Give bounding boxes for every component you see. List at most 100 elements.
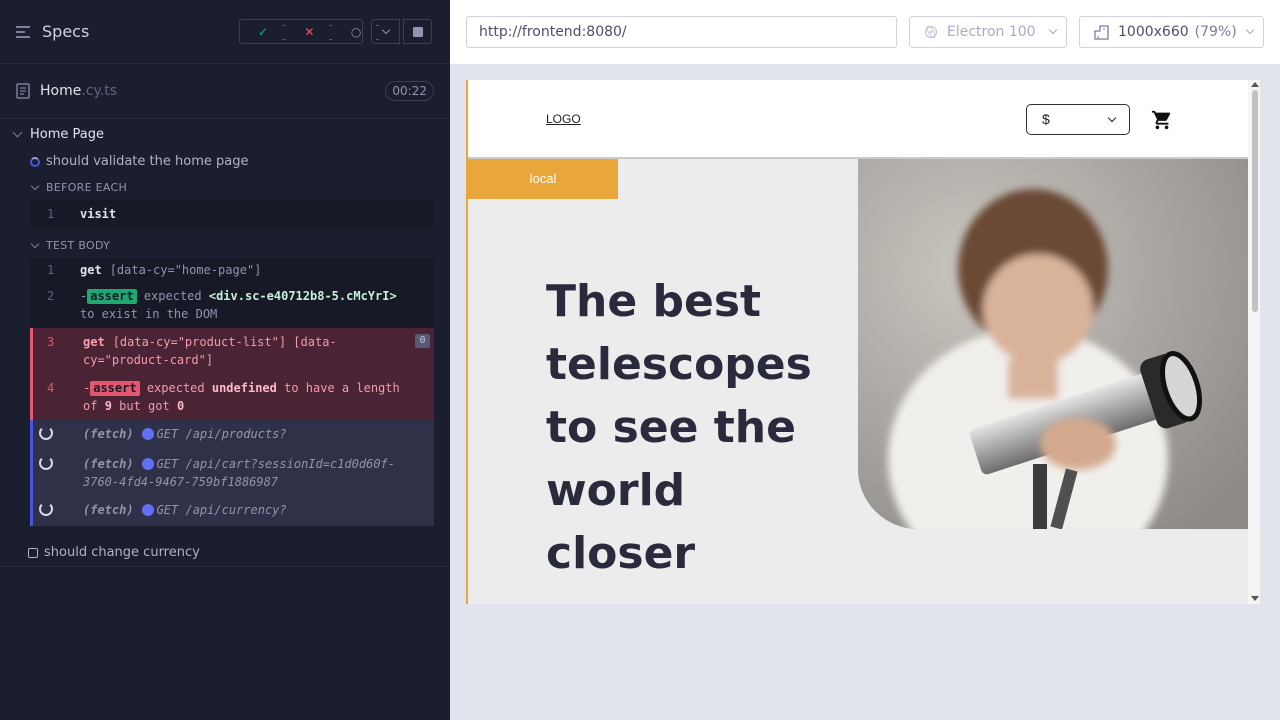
test-body-commands: 1 get [data-cy="home-page"] 2 - assert exp…: [30, 258, 434, 526]
test-title: should validate the home page: [46, 154, 249, 169]
element-count-badge: 0: [415, 334, 430, 348]
spec-duration: 00:22: [385, 81, 434, 101]
logo-link[interactable]: LOGO: [546, 112, 581, 126]
assert-expected: expected: [146, 381, 205, 395]
spec-file-ext: .cy.ts: [81, 83, 118, 99]
hero-heading: The best telescopes to see the world clo…: [546, 270, 846, 585]
command-name: get: [80, 263, 102, 277]
pending-spinner-icon: [39, 502, 53, 516]
spec-file-name: Home: [40, 83, 82, 99]
test-stats: ✓ -- ✕ -- ○ --: [239, 18, 380, 46]
command-row-failed[interactable]: 3 get [data-cy="product-list"] [data-cy="…: [30, 328, 434, 374]
hero-line: world: [546, 465, 686, 516]
assert-subject: undefined: [211, 381, 277, 395]
electron-icon: [924, 25, 938, 39]
command-row[interactable]: 1 get [data-cy="home-page"]: [30, 258, 434, 282]
hero-image: [858, 159, 1248, 529]
viewport-selector[interactable]: 1000x660 (79%): [1079, 16, 1264, 48]
hook-title: TEST BODY: [46, 239, 111, 252]
fetch-row[interactable]: (fetch) GET /api/currency?: [30, 496, 434, 526]
pending-icon: ○: [350, 24, 362, 39]
runner-toolbar: http://frontend:8080/ Electron 100 1000x…: [450, 0, 1280, 64]
fetch-path: GET /api/currency?: [156, 503, 287, 517]
fetch-label: (fetch): [83, 503, 134, 517]
currency-value: $: [1042, 111, 1050, 127]
assert-actual-value: 0: [176, 399, 185, 413]
cart-icon[interactable]: [1151, 109, 1173, 131]
chevron-down-icon: [12, 127, 23, 137]
cross-icon: ✕: [304, 24, 315, 39]
command-number: 1: [47, 263, 55, 277]
reporter-header: Specs ✓ -- ✕ -- ○ --: [0, 0, 450, 64]
command-number: 3: [47, 335, 55, 349]
fetch-label: (fetch): [83, 427, 134, 441]
options-dropdown-button[interactable]: [371, 19, 400, 44]
assert-badge: assert: [90, 381, 140, 396]
command-number: 1: [47, 207, 55, 221]
command-row[interactable]: 1 visit: [30, 200, 434, 228]
spec-file-row[interactable]: Home .cy.ts 00:22: [0, 64, 450, 119]
assert-tail: to exist in the DOM: [80, 307, 218, 321]
chevron-down-icon: [1048, 25, 1058, 35]
scrollbar-thumb[interactable]: [1252, 90, 1258, 312]
locale-badge: local: [468, 159, 618, 199]
command-name: get: [83, 335, 105, 349]
reporter-title: Specs: [42, 22, 90, 41]
assert-subject: <div.sc-e40712b8-5.cMcYrI>: [208, 289, 397, 303]
app-preview-pane: http://frontend:8080/ Electron 100 1000x…: [450, 0, 1280, 720]
failed-stat: ✕ --: [295, 18, 332, 46]
app-navbar: LOGO $: [468, 80, 1248, 159]
hero-line: closer: [546, 528, 696, 579]
browser-selector[interactable]: Electron 100: [909, 16, 1067, 48]
failed-count: --: [328, 17, 333, 46]
stop-icon: [412, 26, 423, 37]
fetch-path: GET /api/products?: [156, 427, 287, 441]
passed-stat: ✓ --: [249, 18, 286, 46]
test-change-currency[interactable]: should change currency: [0, 539, 450, 567]
scroll-up-icon[interactable]: [1251, 82, 1259, 87]
stop-button[interactable]: [403, 19, 432, 44]
viewport-zoom: (79%): [1194, 24, 1237, 40]
assert-expected-value: 9: [104, 399, 112, 413]
pending-spinner-icon: [39, 456, 53, 470]
hero-line: to see the: [546, 402, 796, 453]
chevron-down-icon: [381, 25, 390, 35]
scroll-down-icon[interactable]: [1251, 596, 1259, 601]
assert-expected: expected: [143, 289, 202, 303]
command-number: 4: [47, 381, 55, 395]
iframe-scrollbar[interactable]: [1248, 80, 1260, 604]
fetch-row[interactable]: (fetch) GET /api/cart?sessionId=c1d0d60f-…: [30, 450, 434, 496]
assert-text: but got: [119, 399, 170, 413]
pending-spinner-icon: [39, 426, 53, 440]
before-each-commands: 1 visit: [30, 200, 434, 228]
fetch-row[interactable]: (fetch) GET /api/products?: [30, 420, 434, 450]
running-spinner-icon: [30, 156, 40, 167]
suite-title: Home Page: [30, 126, 104, 142]
currency-select[interactable]: $: [1026, 104, 1130, 135]
assert-dash: -: [83, 381, 91, 395]
command-row-assert-pass[interactable]: 2 - assert expected <div.sc-e40712b8-5.cM…: [30, 282, 434, 328]
chevron-down-icon: [1245, 25, 1255, 35]
hero-line: telescopes: [546, 339, 812, 390]
assert-dash: -: [80, 289, 88, 303]
command-row-assert-fail[interactable]: 4 - assert expected undefined to have a l…: [30, 374, 434, 420]
pending-dot-icon: [141, 504, 154, 516]
fetch-label: (fetch): [83, 457, 134, 471]
url-bar[interactable]: http://frontend:8080/: [466, 16, 897, 48]
pending-square-icon: [28, 547, 38, 558]
chevron-down-icon: [1107, 113, 1117, 123]
passed-count: --: [282, 17, 287, 46]
browser-name: Electron 100: [947, 24, 1036, 40]
test-title: should change currency: [44, 545, 200, 560]
command-name: visit: [80, 207, 117, 221]
check-icon: ✓: [258, 24, 269, 39]
chevron-down-icon: [30, 181, 40, 190]
hook-test-body[interactable]: TEST BODY: [0, 233, 450, 258]
test-validate-home[interactable]: should validate the home page: [0, 148, 450, 175]
suite-home-page[interactable]: Home Page: [0, 120, 450, 148]
pending-dot-icon: [141, 428, 154, 440]
hook-before-each[interactable]: BEFORE EACH: [0, 175, 450, 200]
specs-menu-icon[interactable]: [16, 25, 32, 39]
command-message: [data-cy="product-list"] [data-cy="produ…: [83, 335, 337, 367]
pending-dot-icon: [141, 458, 154, 470]
